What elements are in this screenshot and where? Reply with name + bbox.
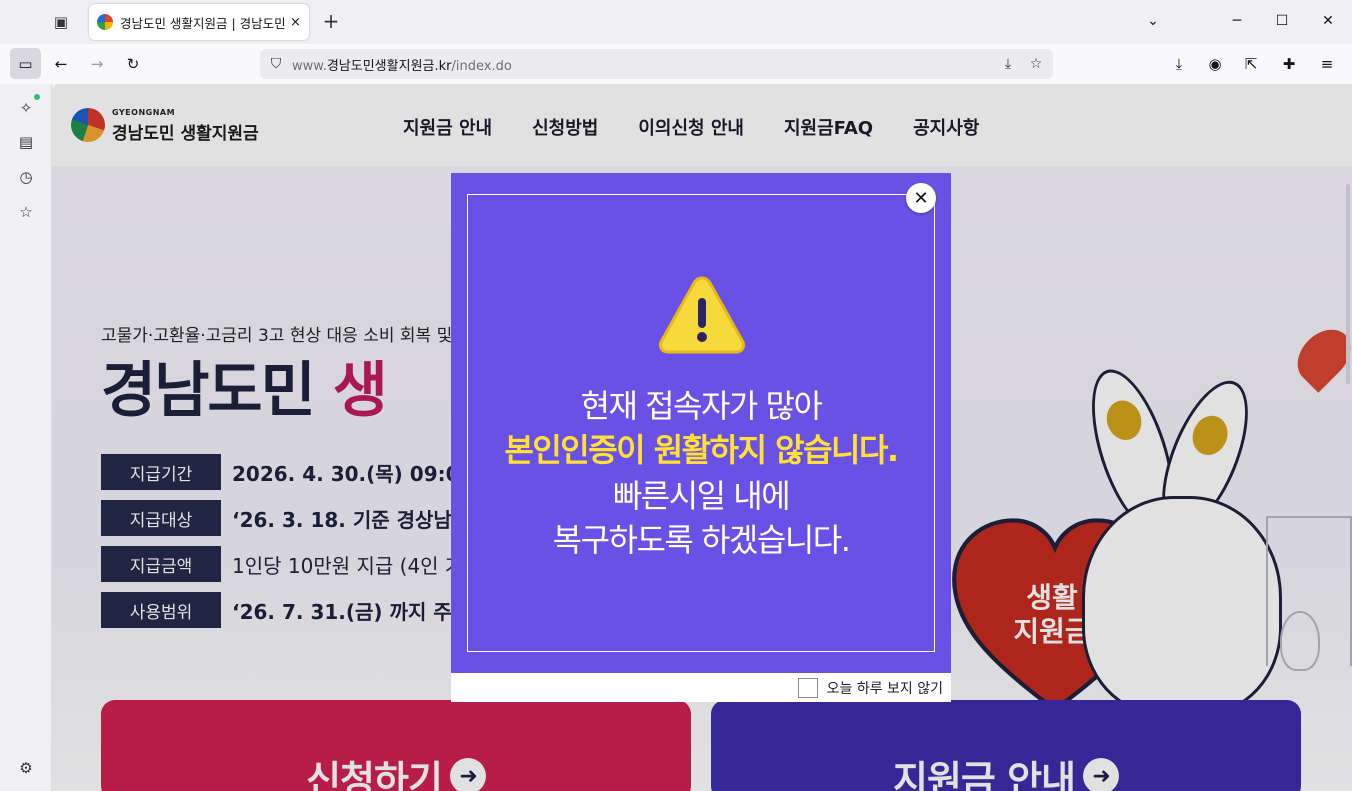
new-tab-icon[interactable]: + [320,10,342,34]
extensions-puzzle-icon[interactable]: ✚ [1277,52,1301,76]
popup-message-line1: 현재 접속자가 많아 [580,387,823,425]
tab-close-icon[interactable]: × [290,15,301,30]
tab-title: 경남도민 생활지원금 | 경남도민 [120,15,286,31]
page-scrollbar[interactable] [1344,84,1352,791]
web-page: GYEONGNAM 경남도민 생활지원금 지원금 안내 신청방법 이의신청 안내… [52,84,1352,791]
minimize-icon[interactable]: ─ [1226,10,1248,32]
settings-gear-icon[interactable]: ⚙ [14,756,38,780]
ai-sparkle-icon[interactable]: ✧ [14,96,38,120]
url-text[interactable]: www.경남도민생활지원금.kr/index.do [292,55,512,74]
dont-show-today-label[interactable]: 오늘 하루 보지 않기 [827,678,943,698]
menu-hamburger-icon[interactable]: ≡ [1315,52,1339,76]
tab-bar: ▣ 경남도민 생활지원금 | 경남도민 × + ⌄ ─ ☐ ✕ [0,0,1352,44]
maximize-icon[interactable]: ☐ [1271,10,1293,32]
popup-message-highlight: 본인인증이 원활하지 않습니다. [504,431,899,469]
account-icon[interactable]: ◉ [1203,52,1227,76]
browser-sidebar: ✧ ▤ ◷ ☆ ⚙ [0,84,52,791]
site-favicon-icon [97,14,113,30]
shield-icon[interactable]: ⛉ [260,49,292,79]
dont-show-today-checkbox[interactable] [797,677,818,698]
save-page-icon[interactable]: ⤓ [996,52,1020,76]
popup-footer: 오늘 하루 보지 않기 [451,673,951,702]
notification-dot [34,94,40,100]
warning-icon [658,276,746,354]
synced-tabs-icon[interactable]: ▤ [14,130,38,154]
bookmark-star-icon[interactable]: ☆ [1024,52,1048,76]
address-bar[interactable]: ⛉ www.경남도민생활지원금.kr/index.do ⤓ ☆ [260,49,1053,79]
notice-popup: ✕ 현재 접속자가 많아 본인인증이 원활하지 않습니다. 빠른시일 내에 복구… [451,173,951,702]
popup-message-line4: 복구하도록 하겠습니다. [552,521,851,559]
popup-close-button[interactable]: ✕ [906,183,936,213]
history-clock-icon[interactable]: ◷ [14,165,38,189]
reload-icon[interactable]: ↻ [121,52,145,76]
window-close-icon[interactable]: ✕ [1317,10,1339,32]
share-icon[interactable]: ⇱ [1239,52,1263,76]
forward-arrow-icon[interactable]: → [85,52,109,76]
downloads-icon[interactable]: ⤓ [1167,52,1191,76]
tab-list-icon[interactable]: ▣ [49,10,73,34]
scrollbar-thumb[interactable] [1346,184,1350,384]
navigation-toolbar: ▭ ← → ↻ ⛉ www.경남도민생활지원금.kr/index.do ⤓ ☆ … [0,44,1352,84]
popup-message-line3: 빠른시일 내에 [612,477,791,515]
back-arrow-icon[interactable]: ← [49,52,73,76]
bookmarks-star-icon[interactable]: ☆ [14,200,38,224]
tab-overflow-chevron-down-icon[interactable]: ⌄ [1142,10,1164,32]
sidebar-toggle-icon[interactable]: ▭ [10,48,41,79]
active-tab[interactable]: 경남도민 생활지원금 | 경남도민 × [89,4,309,40]
